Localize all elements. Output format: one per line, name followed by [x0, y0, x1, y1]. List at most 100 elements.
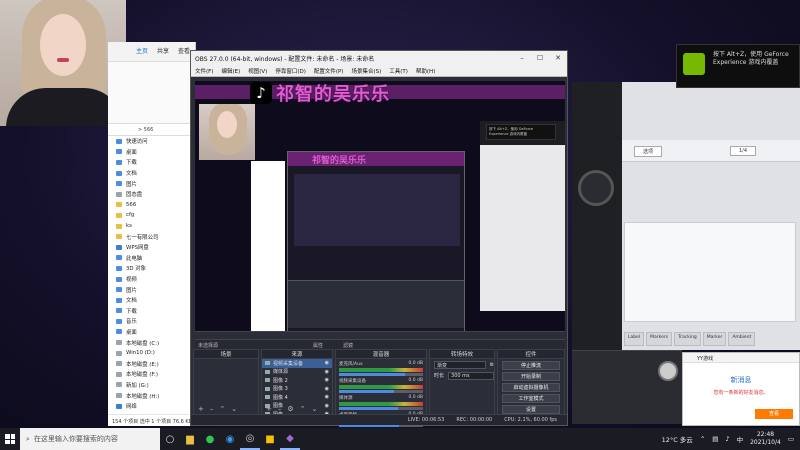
app-media-icon[interactable]: ◆ — [280, 428, 300, 450]
nav-item[interactable]: 下载 — [108, 157, 195, 168]
maximize-icon[interactable]: ☐ — [531, 54, 549, 62]
nav-item[interactable]: 本地磁盘 (C:) — [108, 337, 195, 348]
app-yy-icon[interactable]: ■ — [260, 428, 280, 450]
ratio-dropdown[interactable]: 1/4 — [730, 146, 757, 156]
start-button[interactable] — [0, 428, 20, 450]
control-button[interactable]: 停止推流 — [502, 361, 560, 370]
ribbon-tab-home[interactable]: 主页 — [136, 46, 148, 61]
tab-label[interactable]: Label — [624, 332, 645, 346]
app-browser-icon[interactable]: ◉ — [220, 428, 240, 450]
waveform-area[interactable] — [624, 222, 796, 322]
eye-icon[interactable]: ◉ — [325, 386, 329, 392]
add-scene-icon[interactable]: + — [198, 405, 204, 413]
nav-item[interactable]: 3D 对象 — [108, 263, 195, 274]
remove-scene-icon[interactable]: – — [210, 405, 214, 413]
nav-item[interactable]: 本地磁盘 (F:) — [108, 369, 195, 380]
gear-icon[interactable]: ⚙ — [287, 405, 293, 413]
menu-item[interactable]: 帮助(H) — [416, 67, 435, 76]
tray-chevron-icon[interactable]: ⌃ — [700, 435, 705, 443]
nav-item[interactable]: 文档 — [108, 168, 195, 179]
nav-item[interactable]: 视频 — [108, 274, 195, 285]
menu-item[interactable]: 文件(F) — [195, 67, 213, 76]
nav-item[interactable]: 图片 — [108, 284, 195, 295]
source-up-icon[interactable]: ⌃ — [300, 405, 306, 413]
remove-source-icon[interactable]: – — [278, 405, 282, 413]
app-obs-icon[interactable]: ◎ — [240, 428, 260, 450]
address-bar[interactable]: > 566 — [108, 124, 195, 136]
nav-item[interactable]: 文档 — [108, 295, 195, 306]
move-down-icon[interactable]: ⌄ — [231, 405, 237, 413]
nav-quick-access[interactable]: 快速访问 — [108, 136, 195, 147]
weather-status[interactable]: 12°C 多云 — [662, 434, 693, 444]
eye-icon[interactable]: ◉ — [325, 377, 329, 383]
nav-item[interactable]: 七一有限公司 — [108, 231, 195, 242]
app-explorer-icon[interactable]: ▆ — [180, 428, 200, 450]
nav-item[interactable]: 此电脑 — [108, 253, 195, 264]
menu-item[interactable]: 停靠窗口(D) — [275, 67, 306, 76]
ribbon-tab-view[interactable]: 查看 — [178, 46, 190, 61]
volume-slider[interactable] — [339, 373, 423, 376]
menu-item[interactable]: 视图(V) — [248, 67, 267, 76]
tab-tracking[interactable]: Tracking — [674, 332, 701, 346]
nav-item[interactable]: 下载 — [108, 306, 195, 317]
nav-item[interactable]: 本地磁盘 (H:) — [108, 390, 195, 401]
tab-marker[interactable]: Marker — [702, 332, 727, 346]
source-item[interactable]: 媒体源 ◉ — [262, 368, 332, 377]
volume-slider[interactable] — [339, 390, 423, 393]
tab-ambient[interactable]: Ambient — [728, 332, 756, 346]
nav-item[interactable]: Win10 (D:) — [108, 348, 195, 359]
nav-item[interactable]: 桌面 — [108, 327, 195, 338]
nav-item[interactable]: 本地磁盘 (E:) — [108, 358, 195, 369]
source-down-icon[interactable]: ⌄ — [312, 405, 318, 413]
tab-markers[interactable]: Markers — [646, 332, 673, 346]
source-item[interactable]: 图像 3 ◉ — [262, 385, 332, 394]
yy-view-button[interactable]: 查看 — [755, 409, 793, 419]
network-icon[interactable]: ▤ — [712, 435, 718, 443]
ribbon-tab-share[interactable]: 共享 — [157, 46, 169, 61]
eye-icon[interactable]: ◉ — [325, 369, 329, 375]
nav-item[interactable]: 音乐 — [108, 316, 195, 327]
ime-indicator[interactable]: 中 — [737, 434, 744, 444]
duration-input[interactable]: 300 ms — [448, 371, 494, 380]
eye-icon[interactable]: ◉ — [325, 360, 329, 366]
properties-button[interactable]: 属性 — [313, 342, 323, 349]
notification-icon[interactable]: ▭ — [788, 435, 794, 443]
source-item[interactable]: 图像 4 ◉ — [262, 393, 332, 402]
volume-knob-icon[interactable] — [658, 361, 678, 381]
control-button[interactable]: 启动虚拟摄像机 — [502, 383, 560, 392]
minimize-icon[interactable]: – — [513, 54, 531, 62]
filters-button[interactable]: 滤镜 — [343, 342, 353, 349]
nav-item[interactable]: cfg — [108, 210, 195, 221]
task-view-icon[interactable]: ○ — [160, 428, 180, 450]
control-button[interactable]: 工作室模式 — [502, 394, 560, 403]
source-item[interactable]: 图像 2 ◉ — [262, 376, 332, 385]
menu-item[interactable]: 配置文件(P) — [314, 67, 344, 76]
app-wechat-icon[interactable]: ● — [200, 428, 220, 450]
menu-item[interactable]: 编辑(E) — [221, 67, 240, 76]
source-item[interactable]: 视频采集设备 ◉ — [262, 359, 332, 368]
option-dropdown[interactable]: 选项 — [634, 146, 663, 157]
nav-item[interactable]: 新加 (G:) — [108, 380, 195, 391]
volume-icon[interactable]: ♪ — [725, 435, 729, 443]
nav-item[interactable]: 桌面 — [108, 147, 195, 158]
nav-item[interactable]: 图片 — [108, 178, 195, 189]
transition-select[interactable]: 渐变 — [434, 360, 486, 369]
menu-item[interactable]: 工具(T) — [389, 67, 408, 76]
taskbar-search[interactable]: ⌕ 在这里输入你要搜索的内容 — [20, 428, 160, 450]
eye-icon[interactable]: ◉ — [325, 394, 329, 400]
control-button[interactable]: 开始录制 — [502, 372, 560, 381]
menu-item[interactable]: 场景集合(S) — [351, 67, 381, 76]
nav-item[interactable]: 网络 — [108, 401, 195, 412]
transition-gear-icon[interactable]: ⚙ — [490, 362, 494, 368]
add-source-icon[interactable]: + — [266, 405, 272, 413]
control-button[interactable]: 设置 — [502, 405, 560, 414]
move-up-icon[interactable]: ⌃ — [219, 405, 225, 413]
nav-item[interactable]: 固态盘 — [108, 189, 195, 200]
record-dial-icon[interactable] — [578, 170, 614, 206]
close-icon[interactable]: ✕ — [549, 54, 567, 62]
volume-slider[interactable] — [339, 407, 423, 410]
nav-item[interactable]: WPS网盘 — [108, 242, 195, 253]
nav-item[interactable]: 566 — [108, 200, 195, 211]
obs-preview[interactable]: ♪ 祁智的吴乐乐 祁智的吴乐乐 按下 Alt+Z，使用 GeForce Expe… — [195, 81, 565, 339]
clock[interactable]: 22:48 2021/10/4 — [750, 431, 781, 447]
